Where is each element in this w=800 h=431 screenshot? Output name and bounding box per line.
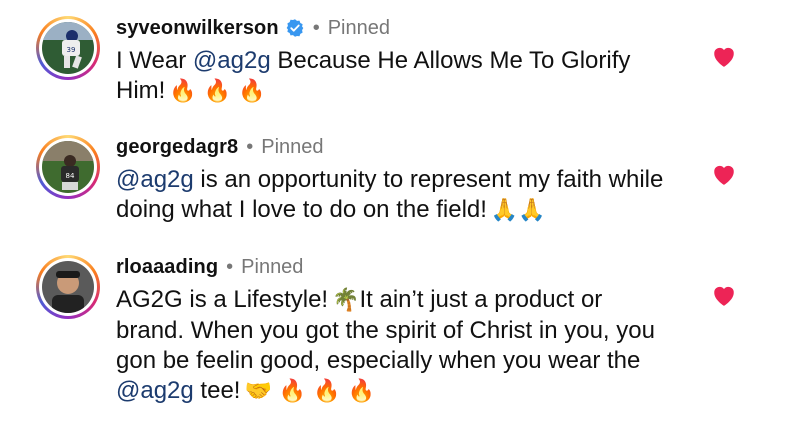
comment-text-part: AG2G is a Lifestyle! <box>116 286 329 313</box>
praying-hands-emoji-icons: 🙏🙏 <box>490 198 546 223</box>
username[interactable]: georgedagr8 <box>116 136 238 159</box>
like-heart-icon[interactable] <box>711 44 737 68</box>
username[interactable]: rloaaading <box>116 256 218 279</box>
separator-dot: • <box>226 255 234 278</box>
avatar-story-ring[interactable] <box>36 255 100 319</box>
username[interactable]: syveonwilkerson <box>116 17 279 40</box>
verified-badge-icon <box>285 18 305 38</box>
comment-text: AG2G is a Lifestyle! 🌴It ain’t just a pro… <box>116 285 676 407</box>
handshake-fire-emoji-icons: 🤝 🔥 🔥 🔥 <box>244 379 376 404</box>
like-heart-icon[interactable] <box>711 162 737 186</box>
comment-text-part: I Wear <box>116 47 193 74</box>
separator-dot: • <box>312 16 320 39</box>
comment-text-part: tee! <box>193 377 241 404</box>
avatar[interactable] <box>42 261 94 313</box>
separator-dot: • <box>246 135 254 158</box>
comment-text: @ag2g is an opportunity to represent my … <box>116 165 676 226</box>
avatar-portrait-image <box>42 261 94 313</box>
avatar[interactable]: 39 <box>42 22 94 74</box>
like-heart-icon[interactable] <box>711 283 737 307</box>
pinned-label: Pinned <box>261 135 324 158</box>
avatar[interactable]: 84 <box>42 141 94 193</box>
avatar-football-player-image: 39 <box>42 22 94 74</box>
svg-text:84: 84 <box>66 172 75 180</box>
avatar-story-ring[interactable]: 39 <box>36 16 100 80</box>
pinned-label: Pinned <box>241 255 304 278</box>
palm-tree-emoji-icon: 🌴 <box>332 288 360 313</box>
avatar-story-ring[interactable]: 84 <box>36 135 100 199</box>
mention-link[interactable]: @ag2g <box>116 377 194 404</box>
pinned-label: Pinned <box>327 16 390 39</box>
mention-link[interactable]: @ag2g <box>116 166 194 193</box>
svg-text:39: 39 <box>67 46 76 54</box>
comment-text: I Wear @ag2g Because He Allows Me To Glo… <box>116 46 676 107</box>
comment-text-part: is an opportunity to represent my faith … <box>116 166 664 223</box>
fire-emoji-icons: 🔥 🔥 🔥 <box>169 79 266 104</box>
avatar-football-player-image: 84 <box>42 141 94 193</box>
mention-link[interactable]: @ag2g <box>193 47 271 74</box>
